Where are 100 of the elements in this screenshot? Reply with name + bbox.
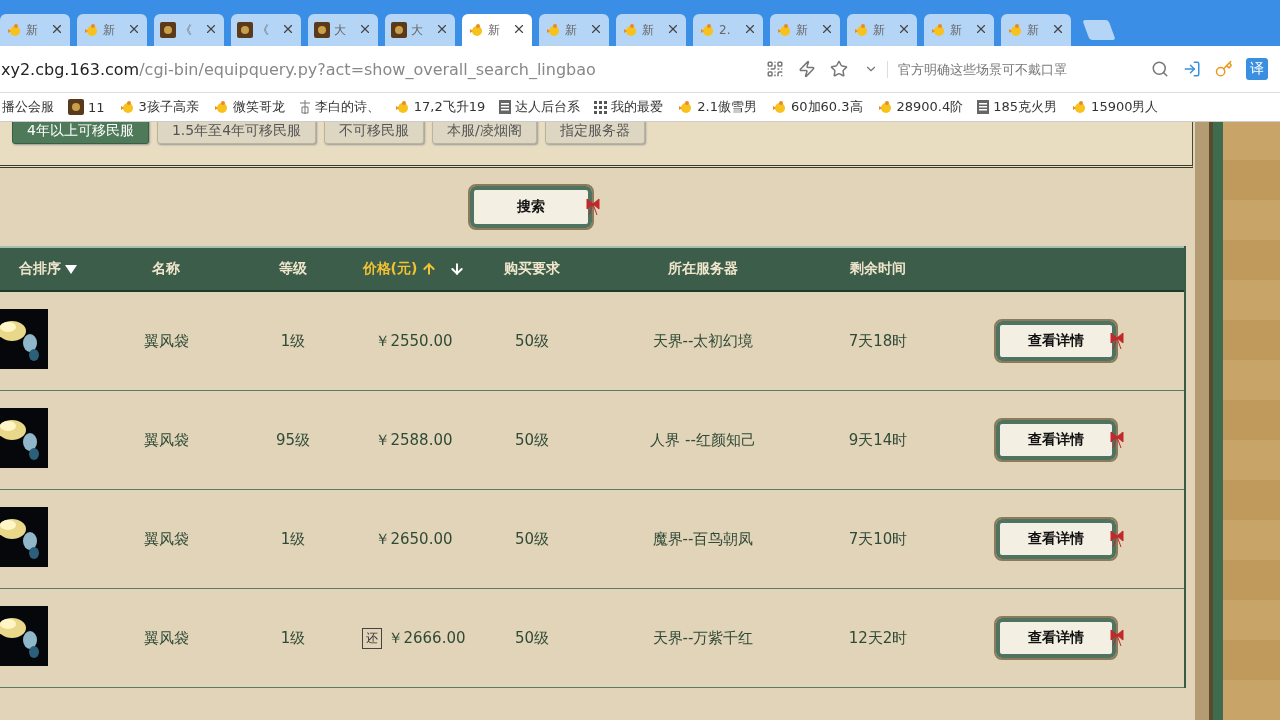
bookmark[interactable]: 微笑哥龙	[232, 98, 285, 116]
caret-icon[interactable]	[64, 264, 77, 274]
browser-tab[interactable]: 新	[77, 14, 147, 46]
time-left: 12天2时	[848, 628, 908, 648]
grid-icon	[594, 100, 608, 114]
tab-title: 2.	[719, 23, 732, 37]
tab-title: 《	[257, 21, 270, 39]
item-price: ￥2666.00	[388, 628, 466, 648]
tab-title: 《	[180, 21, 193, 39]
browser-tab[interactable]: 新	[462, 14, 532, 46]
chick-icon	[876, 100, 893, 114]
bow-icon	[1109, 530, 1124, 548]
search-field[interactable]: 官方明确这些场景可不戴口罩	[887, 60, 1144, 78]
chick-icon	[212, 100, 229, 114]
filter-button[interactable]: 不可移民服	[324, 122, 425, 144]
browser-tab[interactable]: 《	[154, 14, 224, 46]
item-name: 翼风袋	[143, 628, 189, 648]
bookmark[interactable]: 60加60.3高	[791, 98, 863, 116]
item-name: 翼风袋	[143, 331, 189, 351]
bookmark[interactable]: 李白的诗、	[314, 98, 380, 116]
view-details-button[interactable]: 查看详情	[995, 519, 1116, 559]
time-left: 9天14时	[848, 430, 908, 450]
column-header[interactable]: 价格(元)	[362, 260, 466, 278]
bookmark[interactable]: 17,2飞升19	[413, 98, 486, 116]
chick-icon	[1007, 23, 1023, 37]
bookmark[interactable]: 达人后台系	[515, 98, 581, 116]
filter-button[interactable]: 本服/凌烟阁	[432, 122, 537, 144]
item-price: ￥2588.00	[375, 430, 453, 450]
item-level: 1级	[280, 628, 306, 648]
browser-tab[interactable]: 新	[847, 14, 917, 46]
lightning-icon[interactable]	[798, 60, 816, 78]
view-details-button[interactable]: 查看详情	[995, 420, 1116, 460]
browser-tab[interactable]: 《	[231, 14, 301, 46]
column-header[interactable]: 合排序	[18, 260, 77, 278]
chick-icon	[118, 100, 135, 114]
document-icon	[977, 100, 990, 114]
time-left: 7天18时	[848, 331, 908, 351]
server-name: 魔界--百鸟朝凤	[652, 529, 754, 549]
tab-title: 新	[873, 21, 886, 39]
view-details-button[interactable]: 查看详情	[995, 618, 1116, 658]
browser-tab[interactable]: 大	[308, 14, 378, 46]
game-icon	[391, 22, 407, 38]
chick-icon	[853, 23, 869, 37]
browser-tab[interactable]: 新	[924, 14, 994, 46]
game-icon	[68, 99, 84, 115]
filter-button[interactable]: 1.5年至4年可移民服	[156, 122, 317, 144]
column-header[interactable]: 所在服务器	[668, 260, 738, 278]
bow-icon	[586, 198, 600, 216]
url-text[interactable]: xy2.cbg.163.com/cgi-bin/equipquery.py?act=show_overall_search_lingbao	[1, 59, 759, 79]
view-details-button[interactable]: 查看详情	[995, 321, 1116, 361]
column-header[interactable]: 购买要求	[504, 260, 560, 278]
item-price: ￥2550.00	[375, 331, 453, 351]
bookmark[interactable]: 11	[88, 99, 105, 115]
item-price: ￥2650.00	[375, 529, 453, 549]
bookmark[interactable]: 播公会服	[2, 98, 54, 116]
browser-tab[interactable]: 新	[539, 14, 609, 46]
bookmark[interactable]: 185克火男	[993, 98, 1058, 116]
column-header[interactable]: 剩余时间	[850, 260, 906, 278]
tab-title: 大	[411, 21, 424, 39]
search-button[interactable]: 搜索	[470, 186, 592, 228]
tab-title: 新	[103, 21, 116, 39]
browser-tab[interactable]: 新	[616, 14, 686, 46]
requirement-text: 50级	[514, 430, 550, 450]
column-header[interactable]: 名称	[152, 260, 180, 278]
browser-tab[interactable]: 大	[385, 14, 455, 46]
chick-icon	[6, 23, 22, 37]
item-name: 翼风袋	[143, 529, 189, 549]
browser-tab[interactable]: 新	[1001, 14, 1071, 46]
column-header[interactable]: 等级	[279, 260, 307, 278]
chick-icon	[393, 100, 410, 114]
browser-tab[interactable]: 2.	[693, 14, 763, 46]
bookmark[interactable]: 3孩子高亲	[138, 98, 199, 116]
chick-icon	[771, 100, 787, 114]
translate-button[interactable]: 译	[1246, 58, 1268, 80]
chick-icon	[1071, 100, 1088, 114]
browser-tab[interactable]: 新	[770, 14, 840, 46]
tab-title: 新	[488, 21, 501, 39]
game-icon	[237, 22, 253, 38]
item-level: 1级	[280, 331, 306, 351]
qr-code-icon[interactable]	[766, 60, 784, 78]
server-name: 人界 --红颜知己	[650, 430, 756, 450]
search-icon[interactable]	[1151, 60, 1169, 78]
game-icon	[314, 22, 330, 38]
chick-icon	[622, 23, 638, 37]
login-icon[interactable]	[1183, 60, 1201, 78]
filter-button[interactable]: 指定服务器	[544, 122, 645, 144]
bookmark[interactable]: 2.1傲雪男	[697, 98, 757, 116]
bookmark[interactable]: 15900男人	[1091, 98, 1159, 116]
filter-button[interactable]: 4年以上可移民服	[12, 122, 149, 144]
game-icon	[160, 22, 176, 38]
bookmark[interactable]: 28900.4阶	[896, 98, 964, 116]
bookmark[interactable]: 我的最爱	[611, 98, 664, 116]
browser-tab[interactable]: 新	[0, 14, 70, 46]
tower-icon	[298, 100, 311, 114]
tab-title: 新	[1027, 21, 1040, 39]
star-icon[interactable]	[830, 60, 848, 78]
document-icon	[499, 100, 512, 114]
tab-title: 新	[950, 21, 963, 39]
time-left: 7天10时	[848, 529, 908, 549]
requirement-text: 50级	[514, 628, 550, 648]
